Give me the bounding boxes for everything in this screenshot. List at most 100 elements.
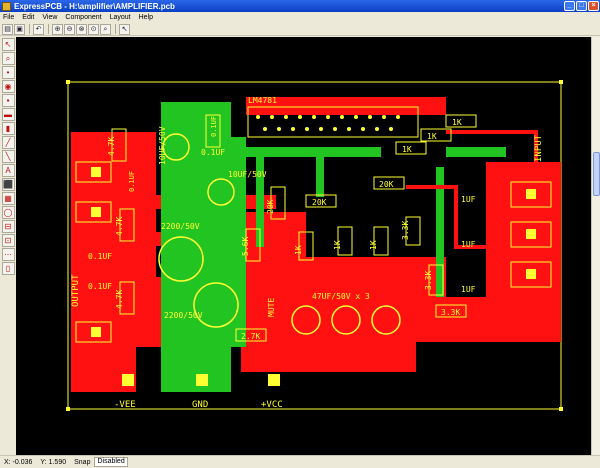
capacitor-label: 0.1UF (210, 116, 218, 137)
menu-help[interactable]: Help (139, 14, 153, 21)
resistor-label: 3.3K (401, 221, 410, 240)
diagonal-trace-2-tool-icon[interactable]: ╲ (1, 150, 15, 163)
resistor-label: 3.3K (424, 271, 433, 290)
resistor-label: 2.7K (241, 332, 260, 341)
zoom-tool-icon[interactable]: ⌕ (1, 52, 15, 65)
y-coordinate: Y: 1.590 (40, 458, 67, 466)
pad (526, 269, 536, 279)
resistor-label: 1K (333, 240, 342, 250)
round-pad-tool-icon[interactable]: ◉ (1, 80, 15, 93)
menu-file[interactable]: File (3, 14, 14, 21)
fill-tool-icon[interactable]: ⬛ (1, 178, 15, 191)
resistor-label: 20K (266, 199, 275, 214)
pcb-board: LM4781 4.7K 4.7K 4.7K 1K 1K 1K 1K 1K 1K … (66, 80, 563, 411)
status-bar: X: -0.036 Y: 1.590 Snap Disabled (0, 455, 600, 468)
resistor-label: 1K (427, 132, 437, 141)
input-label: INPUT (534, 134, 544, 162)
vcc-label: +VCC (261, 400, 283, 410)
capacitor-label: 10UF/50V (228, 170, 267, 179)
capacitor-label: 1UF (461, 195, 476, 204)
gnd-label: GND (192, 400, 208, 410)
scrollbar-thumb[interactable] (593, 152, 600, 196)
zoom-in-icon[interactable]: ⊕ (52, 23, 63, 35)
copper-plane-input (486, 162, 561, 342)
open-icon[interactable]: ▤ (2, 23, 13, 35)
maximize-button[interactable]: □ (576, 1, 587, 11)
capacitor-label: 10UF/50V (158, 126, 167, 165)
capacitor-label: 0.1UF (201, 148, 225, 157)
toolbar-separator (29, 24, 30, 34)
copper-trace (266, 272, 321, 367)
gnd-pad (196, 374, 208, 386)
select-tool-icon[interactable]: ↖ (1, 38, 15, 51)
copper-trace (316, 157, 324, 197)
pointer-icon[interactable]: ↖ (119, 23, 130, 35)
resistor-label: 4.7K (115, 217, 124, 236)
menu-component[interactable]: Component (65, 14, 101, 21)
vertical-scrollbar[interactable] (591, 37, 600, 455)
resistor-label: 20K (312, 198, 327, 207)
toolbar-separator (48, 24, 49, 34)
vertical-trace-tool-icon[interactable]: ▮ (1, 122, 15, 135)
zoom-area-icon[interactable]: ⊙ (88, 23, 99, 35)
window-title: ExpressPCB - H:\amplifier\AMPLIFIER.pcb (14, 1, 175, 11)
board-corner (559, 80, 563, 84)
menu-edit[interactable]: Edit (22, 14, 34, 21)
menu-view[interactable]: View (42, 14, 57, 21)
component-tool-icon[interactable]: ⊡ (1, 234, 15, 247)
capacitor-label: 1UF (461, 240, 476, 249)
pad (91, 167, 101, 177)
square-pad-tool-icon[interactable]: ▪ (1, 94, 15, 107)
vee-label: -VEE (114, 400, 136, 410)
resistor-label: 1K (402, 145, 412, 154)
resistor-label: 1K (294, 245, 303, 255)
title-bar: ExpressPCB - H:\amplifier\AMPLIFIER.pcb … (0, 0, 600, 12)
pcb-canvas[interactable]: LM4781 4.7K 4.7K 4.7K 1K 1K 1K 1K 1K 1K … (16, 37, 591, 455)
pad (526, 189, 536, 199)
minimize-button[interactable]: _ (564, 1, 575, 11)
vcc-pad (268, 374, 280, 386)
menu-layout[interactable]: Layout (110, 14, 131, 21)
trace-tool-icon[interactable]: ▬ (1, 108, 15, 121)
diagonal-trace-tool-icon[interactable]: ╱ (1, 136, 15, 149)
zoom-window-icon[interactable]: ⌕ (100, 23, 111, 35)
snap-label: Snap (74, 458, 91, 466)
outline-tool-icon[interactable]: ▯ (1, 262, 15, 275)
snap-select[interactable]: Disabled (94, 457, 128, 467)
toolbar-separator (115, 24, 116, 34)
rect-tool-icon[interactable]: ⊟ (1, 220, 15, 233)
capacitor-label: 0.1UF (88, 282, 112, 291)
close-button[interactable]: × (588, 1, 599, 11)
copper-trace (446, 147, 506, 157)
resistor-label: 3.3K (441, 308, 460, 317)
zoom-fit-icon[interactable]: ⊗ (76, 23, 87, 35)
capacitor-label: 2200/50V (164, 311, 203, 320)
undo-icon[interactable]: ↶ (33, 23, 44, 35)
resistor-label: 20K (379, 180, 394, 189)
zoom-out-icon[interactable]: ⊖ (64, 23, 75, 35)
resistor-label: 1K (369, 240, 378, 250)
dotted-tool-icon[interactable]: ⋯ (1, 248, 15, 261)
chip-label: LM4781 (248, 96, 277, 105)
left-toolbar: ↖ ⌕ • ◉ ▪ ▬ ▮ ╱ ╲ A ⬛ ▦ ◯ ⊟ ⊡ ⋯ ▯ (0, 37, 16, 457)
board-corner (559, 407, 563, 411)
pad (91, 327, 101, 337)
mute-label: MUTE (267, 298, 276, 317)
save-icon[interactable]: ▣ (14, 23, 25, 35)
app-icon (2, 1, 11, 11)
pad-tool-icon[interactable]: • (1, 66, 15, 79)
capacitor-label: 47UF/50V x 3 (312, 292, 370, 301)
text-tool-icon[interactable]: A (1, 164, 15, 177)
menu-bar: File Edit View Component Layout Help (0, 12, 600, 23)
resistor-label: 1K (452, 118, 462, 127)
capacitor-label: 2200/50V (161, 222, 200, 231)
toolbar: ▤ ▣ ↶ ⊕ ⊖ ⊗ ⊙ ⌕ ↖ (0, 23, 600, 36)
ground-plane-tool-icon[interactable]: ▦ (1, 192, 15, 205)
board-corner (66, 80, 70, 84)
pad (526, 229, 536, 239)
pad (91, 207, 101, 217)
circle-tool-icon[interactable]: ◯ (1, 206, 15, 219)
copper-trace (246, 147, 381, 157)
capacitor-label: 0.1UF (128, 171, 136, 192)
resistor-label: 4.7K (107, 137, 116, 156)
